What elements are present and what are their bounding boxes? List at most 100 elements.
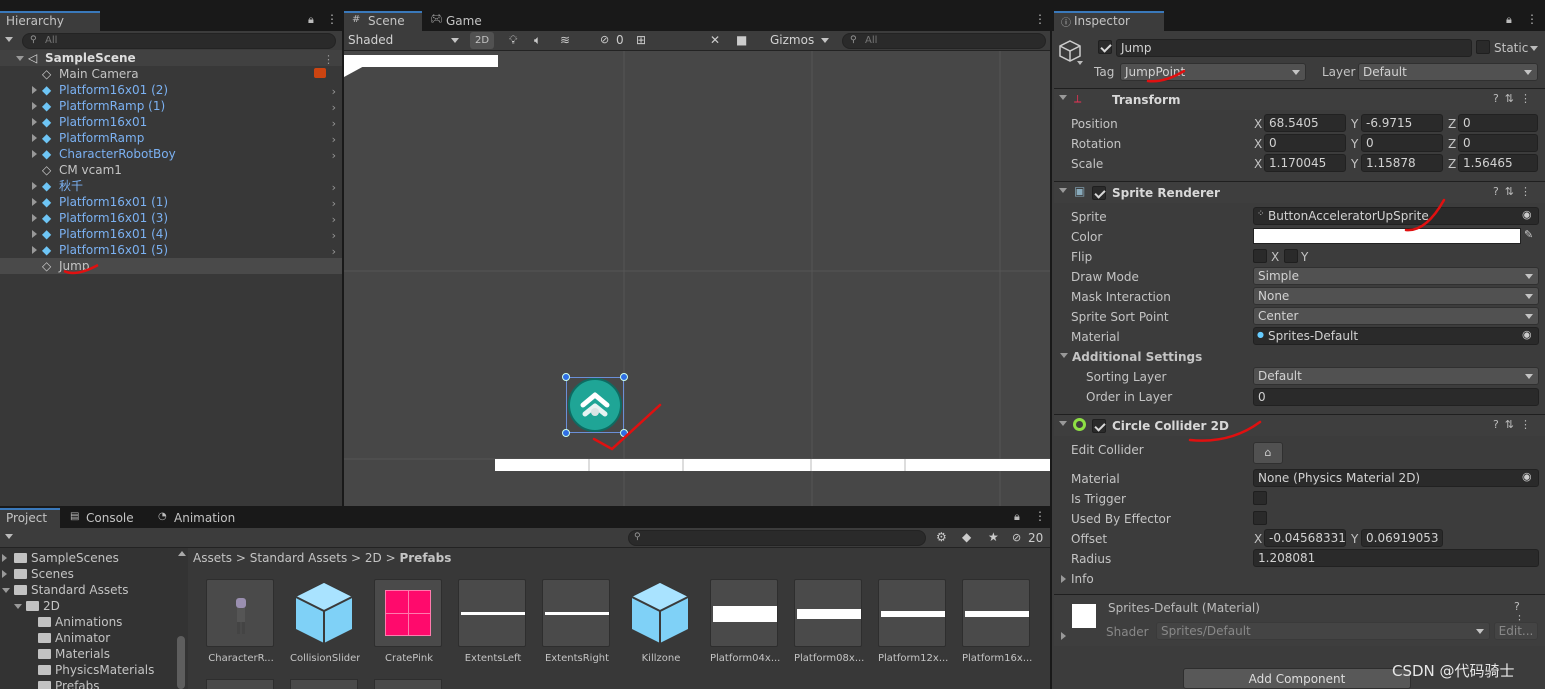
asset-tile[interactable]: Platform08x... xyxy=(794,579,864,664)
hierarchy-item[interactable]: ◆ Platform16x01 (4) › xyxy=(0,226,342,242)
edit-shader-button[interactable]: Edit... xyxy=(1494,622,1538,640)
collider-material-field[interactable]: None (Physics Material 2D) xyxy=(1253,469,1539,487)
asset-thumbnail[interactable] xyxy=(206,679,274,689)
hierarchy-item[interactable]: ◆ Platform16x01 (3) › xyxy=(0,210,342,226)
tab-console[interactable]: Console xyxy=(80,508,140,528)
scroll-up-arrow-icon[interactable] xyxy=(178,551,186,556)
object-name-input[interactable]: Jump xyxy=(1116,39,1472,57)
scale-z-input[interactable]: 1.56465 xyxy=(1458,154,1538,172)
lock-icon[interactable]: 🔒︎ xyxy=(308,13,314,27)
hierarchy-item[interactable]: ◆ Platform16x01 (5) › xyxy=(0,242,342,258)
sprite-object-field[interactable]: ButtonAcceleratorUpSprite xyxy=(1253,207,1539,225)
position-z-input[interactable]: 0 xyxy=(1458,114,1538,132)
audio-icon[interactable]: 🔈︎ xyxy=(534,33,541,48)
scale-x-input[interactable]: 1.170045 xyxy=(1264,154,1346,172)
tools-icon[interactable]: ✕ xyxy=(710,33,720,47)
kebab-menu-icon[interactable]: ⋮ xyxy=(326,12,338,26)
material-object-field[interactable]: Sprites-Default xyxy=(1253,327,1539,345)
asset-tile[interactable]: CollisionSlider xyxy=(290,579,360,664)
asset-tile[interactable]: ExtentsRight xyxy=(542,579,612,664)
star-icon[interactable]: ★ xyxy=(988,530,999,544)
collapse-arrow-icon[interactable] xyxy=(1059,421,1067,426)
hierarchy-item[interactable]: ◇ CM vcam1 xyxy=(0,162,342,178)
draw-mode-dropdown[interactable]: Simple xyxy=(1253,267,1539,285)
mask-interaction-dropdown[interactable]: None xyxy=(1253,287,1539,305)
scene-root-row[interactable]: ◁ SampleScene ⋮ xyxy=(0,50,342,66)
add-component-button[interactable]: Add Component xyxy=(1183,668,1411,689)
gizmos-dropdown[interactable]: Gizmos xyxy=(766,32,834,50)
radius-input[interactable]: 1.208081 xyxy=(1253,549,1539,567)
breadcrumb-item[interactable]: Assets xyxy=(193,551,232,565)
offset-x-input[interactable]: -0.04568331 xyxy=(1264,529,1346,547)
expand-arrow-icon[interactable] xyxy=(32,198,37,206)
layer-dropdown[interactable]: Default xyxy=(1358,63,1538,81)
scene-viewport[interactable] xyxy=(344,51,1050,506)
info-label[interactable]: Info xyxy=(1071,572,1094,586)
hierarchy-item[interactable]: ◆ Platform16x01 › xyxy=(0,114,342,130)
object-picker-icon[interactable]: ◉ xyxy=(1522,470,1532,483)
expand-arrow-icon[interactable] xyxy=(32,246,37,254)
material-expand-arrow-icon[interactable] xyxy=(1061,632,1066,640)
platform-sprite[interactable] xyxy=(344,55,498,67)
static-label[interactable]: Static xyxy=(1494,41,1528,55)
resize-handle[interactable] xyxy=(562,373,570,381)
expand-arrow-icon[interactable] xyxy=(2,554,7,562)
sprite-renderer-header[interactable]: ▣ Sprite Renderer ?⇅⋮ xyxy=(1054,181,1545,203)
scale-y-input[interactable]: 1.15878 xyxy=(1361,154,1443,172)
asset-tile[interactable]: Platform04x... xyxy=(710,579,780,664)
tree-scrollbar[interactable] xyxy=(177,636,185,689)
asset-thumbnail[interactable] xyxy=(290,679,358,689)
kebab-menu-icon[interactable]: ⋮ xyxy=(1034,12,1046,26)
project-search-input[interactable] xyxy=(628,530,926,546)
breadcrumb-item[interactable]: Prefabs xyxy=(399,551,451,565)
asset-tile[interactable]: ExtentsLeft xyxy=(458,579,528,664)
additional-settings-label[interactable]: Additional Settings xyxy=(1072,350,1202,364)
collapse-arrow-icon[interactable] xyxy=(1059,188,1067,193)
camera-icon[interactable]: ■ xyxy=(736,33,747,47)
flip-y-checkbox[interactable] xyxy=(1284,249,1298,263)
shading-mode-dropdown[interactable]: Shaded xyxy=(344,32,464,50)
additional-settings-arrow-icon[interactable] xyxy=(1060,353,1068,358)
position-x-input[interactable]: 68.5405 xyxy=(1264,114,1346,132)
expand-arrow-icon[interactable] xyxy=(32,134,37,142)
hidden-assets-icon[interactable]: ⊘ xyxy=(1012,531,1021,544)
eyedropper-icon[interactable]: ✎ xyxy=(1524,228,1533,241)
hierarchy-item[interactable]: ◆ PlatformRamp (1) › xyxy=(0,98,342,114)
color-swatch[interactable] xyxy=(1253,228,1521,244)
static-checkbox[interactable] xyxy=(1476,40,1490,54)
component-actions-icon[interactable]: ?⇅⋮ xyxy=(1493,92,1537,105)
expand-arrow-icon[interactable] xyxy=(32,118,37,126)
hierarchy-item[interactable]: ◇ Jump xyxy=(0,258,342,275)
is-trigger-checkbox[interactable] xyxy=(1253,491,1267,505)
expand-arrow-icon[interactable] xyxy=(2,570,7,578)
flip-x-checkbox[interactable] xyxy=(1253,249,1267,263)
asset-tile[interactable]: Platform12x... xyxy=(878,579,948,664)
sprite-renderer-enabled-checkbox[interactable] xyxy=(1092,186,1106,200)
icon-dropdown-icon[interactable] xyxy=(1077,61,1083,65)
hierarchy-item[interactable]: ◆ Platform16x01 (2) › xyxy=(0,82,342,98)
asset-tile[interactable]: CratePink xyxy=(374,579,444,664)
resize-handle[interactable] xyxy=(562,429,570,437)
2d-toggle-button[interactable]: 2D xyxy=(470,32,494,49)
tab-project[interactable]: Project xyxy=(0,508,60,528)
sorting-layer-dropdown[interactable]: Default xyxy=(1253,367,1539,385)
rotation-y-input[interactable]: 0 xyxy=(1361,134,1443,152)
collapse-arrow-icon[interactable] xyxy=(1059,95,1067,100)
tab-hierarchy[interactable]: Hierarchy xyxy=(0,11,100,31)
visibility-icon[interactable]: ⊘ xyxy=(600,33,609,46)
shader-dropdown[interactable]: Sprites/Default xyxy=(1156,622,1490,640)
filter-type-icon[interactable]: ⚙ xyxy=(936,530,947,544)
expand-arrow-icon[interactable] xyxy=(16,56,24,61)
hierarchy-item[interactable]: ◆ Platform16x01 (1) › xyxy=(0,194,342,210)
collider-enabled-checkbox[interactable] xyxy=(1092,419,1106,433)
expand-arrow-icon[interactable] xyxy=(32,86,37,94)
hierarchy-item[interactable]: ◆ PlatformRamp › xyxy=(0,130,342,146)
info-expand-arrow-icon[interactable] xyxy=(1061,575,1066,583)
expand-arrow-icon[interactable] xyxy=(2,588,10,593)
expand-arrow-icon[interactable] xyxy=(32,182,37,190)
edit-collider-button[interactable]: ⌂ xyxy=(1253,442,1283,464)
order-in-layer-input[interactable]: 0 xyxy=(1253,388,1539,406)
lighting-icon[interactable]: 💡︎ xyxy=(509,33,517,48)
asset-thumbnail[interactable] xyxy=(374,679,442,689)
lock-icon[interactable]: 🔒︎ xyxy=(1506,13,1512,27)
